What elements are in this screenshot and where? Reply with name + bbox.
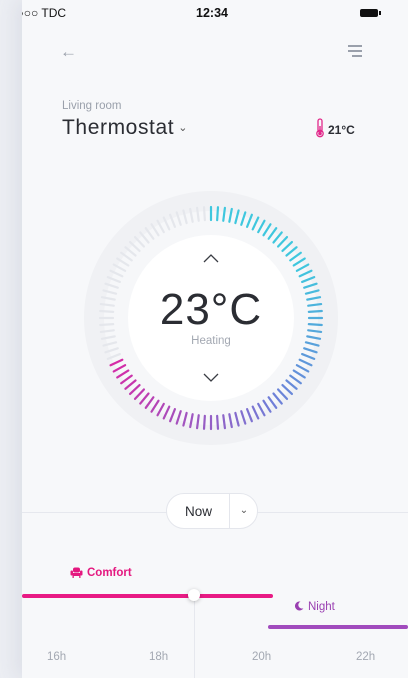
decrease-temp-button[interactable]: [203, 373, 219, 383]
timeline-scrub-handle[interactable]: [188, 589, 200, 601]
now-dropdown-button[interactable]: ⌄: [230, 494, 258, 528]
hour-label: 20h: [252, 651, 272, 663]
thermometer-icon: [316, 118, 324, 138]
increase-temp-button[interactable]: [203, 253, 219, 263]
now-button[interactable]: Now: [185, 504, 212, 519]
hour-label: 16h: [47, 651, 67, 663]
night-schedule-bar[interactable]: [268, 625, 408, 629]
arrow-left-icon: ←: [60, 42, 77, 61]
current-temp-value: 21°C: [328, 123, 355, 137]
device-selector[interactable]: Thermostat ⌄: [62, 116, 188, 140]
comfort-schedule-label: Comfort: [70, 567, 132, 579]
menu-icon: [348, 45, 362, 47]
hour-label: 22h: [356, 651, 376, 663]
night-label-text: Night: [308, 601, 335, 613]
current-temperature: 21°C: [315, 118, 355, 138]
status-bar: ●●●○○ TDC 12:34: [22, 6, 408, 22]
menu-button[interactable]: [346, 44, 362, 58]
dial-tick: [307, 309, 323, 313]
back-button[interactable]: ←: [60, 42, 80, 62]
temperature-dial[interactable]: [82, 189, 340, 447]
dial-tick: [307, 323, 323, 327]
dial-tick: [202, 414, 206, 430]
room-label: Living room: [62, 100, 122, 112]
armchair-icon: [70, 567, 83, 578]
timeline-cursor-line: [194, 596, 195, 678]
chevron-down-icon: ⌄: [239, 505, 249, 516]
status-time: 12:34: [196, 6, 228, 20]
dial-tick: [99, 309, 115, 313]
dial-tick: [202, 206, 206, 222]
dial-tick: [99, 323, 115, 327]
battery-icon: [360, 9, 381, 17]
moon-icon: [294, 601, 304, 611]
phone-screen: ●●●○○ TDC 12:34 ← Living room Thermostat…: [22, 0, 408, 678]
comfort-schedule-bar[interactable]: [22, 594, 273, 598]
comfort-label-text: Comfort: [87, 567, 132, 579]
now-selector: Now ⌄: [166, 493, 258, 529]
page-title: Thermostat: [62, 116, 175, 139]
carrier-label: ●●●○○ TDC: [22, 6, 67, 20]
hour-label: 18h: [149, 651, 169, 663]
night-schedule-label: Night: [294, 601, 335, 613]
dial-tick: [216, 414, 220, 430]
chevron-down-icon: ⌄: [178, 122, 189, 134]
dial-tick: [216, 206, 220, 222]
